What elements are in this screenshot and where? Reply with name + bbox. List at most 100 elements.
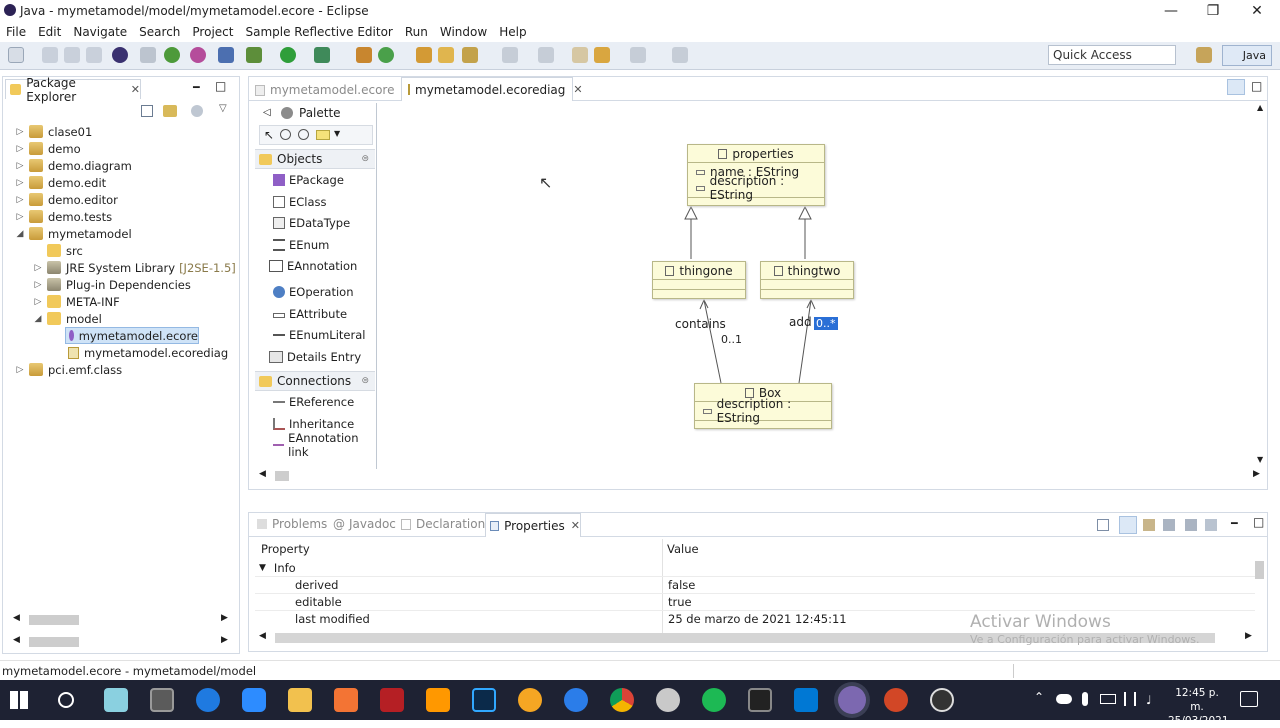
- tree-item-jre[interactable]: ▷ JRE System Library [J2SE-1.5]: [33, 259, 236, 276]
- palette-item-edatatype[interactable]: EDataType: [273, 214, 350, 232]
- minimize-editor-icon[interactable]: [1227, 79, 1245, 95]
- back-icon[interactable]: [572, 47, 588, 63]
- expand-icon[interactable]: ▷: [33, 280, 43, 290]
- reference-multiplicity-add-selected[interactable]: 0..*: [814, 317, 838, 330]
- scroll-left-icon[interactable]: ◀: [259, 631, 266, 641]
- show-categories-icon[interactable]: [1119, 516, 1137, 534]
- maps-app-icon[interactable]: [564, 688, 588, 712]
- wifi-icon[interactable]: [1124, 692, 1136, 706]
- open-folder-icon[interactable]: [438, 47, 454, 63]
- restore-button[interactable]: ❐: [1190, 0, 1236, 22]
- palette-item-eannotation-link[interactable]: EAnnotation link: [273, 431, 376, 459]
- horizontal-scrollbar-2[interactable]: ◀ ▶: [13, 635, 231, 649]
- note-tool-icon[interactable]: [316, 130, 330, 140]
- scroll-thumb[interactable]: [29, 615, 79, 625]
- forward-nav-icon[interactable]: [594, 47, 610, 63]
- sublime-app-icon[interactable]: [426, 688, 450, 712]
- scroll-thumb[interactable]: [1255, 561, 1264, 579]
- obs-app-icon[interactable]: [930, 688, 954, 712]
- show-advanced-icon[interactable]: [1143, 519, 1155, 531]
- print-icon[interactable]: [86, 47, 102, 63]
- open-type-icon[interactable]: [416, 47, 432, 63]
- zoom-app-icon[interactable]: [242, 688, 266, 712]
- palette-item-eannotation[interactable]: EAnnotation: [269, 257, 357, 275]
- scroll-right-icon[interactable]: ▶: [1253, 469, 1260, 479]
- zoom-out-icon[interactable]: [298, 129, 309, 140]
- eclipse-app-icon[interactable]: [838, 686, 866, 714]
- eclass-box[interactable]: Box description : EString: [694, 383, 832, 429]
- pin-drawer-icon[interactable]: ⊜: [361, 376, 369, 386]
- attribute-row[interactable]: description : EString: [688, 174, 824, 202]
- eclass-properties[interactable]: properties name : EString description : …: [687, 144, 825, 206]
- menu-run[interactable]: Run: [405, 25, 428, 39]
- scroll-left-icon[interactable]: ◀: [13, 635, 20, 645]
- tab-ecore[interactable]: mymetamodel.ecore: [255, 81, 394, 99]
- objects-drawer-header[interactable]: Objects ⊜: [255, 149, 375, 169]
- select-tool-icon[interactable]: ↖: [264, 128, 274, 142]
- teamviewer-app-icon[interactable]: [196, 688, 220, 712]
- eclass-thingone[interactable]: thingone: [652, 261, 746, 299]
- xampp-app-icon[interactable]: [334, 688, 358, 712]
- tree-item-ecorediag[interactable]: mymetamodel.ecorediag: [68, 344, 228, 361]
- property-row-derived[interactable]: derived false: [255, 576, 1255, 593]
- menu-file[interactable]: File: [6, 25, 26, 39]
- debug-icon[interactable]: [246, 47, 262, 63]
- prev-annotation-icon[interactable]: [538, 47, 554, 63]
- property-value[interactable]: true: [668, 595, 692, 609]
- filezilla-app-icon[interactable]: [380, 688, 404, 712]
- reference-label-contains[interactable]: contains: [675, 317, 726, 331]
- horizontal-scrollbar[interactable]: ◀ ▶: [13, 613, 231, 627]
- palette-hide-icon[interactable]: ◁: [263, 107, 271, 118]
- scroll-right-icon[interactable]: ▶: [221, 635, 228, 645]
- maximize-view-icon[interactable]: □: [1253, 515, 1264, 529]
- notifications-icon[interactable]: [1240, 691, 1258, 707]
- tab-problems[interactable]: Problems: [257, 517, 327, 531]
- palette-item-eenumliteral[interactable]: EEnumLiteral: [273, 326, 365, 344]
- property-value[interactable]: 25 de marzo de 2021 12:45:11: [668, 612, 847, 626]
- run-icon[interactable]: [280, 47, 296, 63]
- tree-item-src[interactable]: src: [47, 242, 83, 259]
- file-explorer-app-icon[interactable]: [288, 688, 312, 712]
- pin-drawer-icon[interactable]: ⊜: [361, 154, 369, 164]
- search-toolbar-icon[interactable]: [462, 47, 478, 63]
- tree-item-meta-inf[interactable]: ▷ META-INF: [33, 293, 120, 310]
- pin-view-icon[interactable]: [1097, 519, 1109, 531]
- new-package-icon[interactable]: [378, 47, 394, 63]
- scroll-thumb[interactable]: [29, 637, 79, 647]
- notepad-app-icon[interactable]: [104, 688, 128, 712]
- tree-item-demo-editor[interactable]: ▷ demo.editor: [15, 191, 118, 208]
- expand-icon[interactable]: ▷: [15, 212, 25, 222]
- tab-javadoc[interactable]: @ Javadoc: [333, 517, 396, 531]
- cut-icon[interactable]: [140, 47, 156, 63]
- palette-item-details-entry[interactable]: Details Entry: [269, 348, 361, 366]
- view-menu-icon[interactable]: ▽: [219, 103, 227, 114]
- menu-search[interactable]: Search: [139, 25, 180, 39]
- expand-icon[interactable]: ▷: [15, 178, 25, 188]
- property-value[interactable]: false: [668, 578, 695, 592]
- tree-item-clase01[interactable]: ▷ clase01: [15, 123, 93, 140]
- tree-item-demo-edit[interactable]: ▷ demo.edit: [15, 174, 107, 191]
- windows-start-icon[interactable]: [10, 691, 28, 709]
- minimize-view-icon[interactable]: ━: [193, 81, 200, 94]
- view-menu-icon[interactable]: [1205, 519, 1217, 531]
- collapse-icon[interactable]: ◢: [15, 229, 25, 239]
- minimize-view-icon[interactable]: ━: [1231, 517, 1238, 530]
- editor-horizontal-scrollbar[interactable]: ◀ ▶: [257, 469, 1260, 483]
- zoom-in-icon[interactable]: [280, 129, 291, 140]
- menu-window[interactable]: Window: [440, 25, 487, 39]
- menu-edit[interactable]: Edit: [38, 25, 61, 39]
- scroll-left-icon[interactable]: ◀: [259, 469, 266, 479]
- photoshop-app-icon[interactable]: [472, 688, 496, 712]
- tree-item-demo-tests[interactable]: ▷ demo.tests: [15, 208, 113, 225]
- palette-item-eenum[interactable]: EEnum: [273, 236, 329, 254]
- scroll-right-icon[interactable]: ▶: [221, 613, 228, 623]
- eclass-name[interactable]: thingone: [679, 264, 732, 278]
- palette-item-eoperation[interactable]: EOperation: [273, 283, 354, 301]
- minimize-button[interactable]: —: [1148, 0, 1194, 22]
- eclass-name[interactable]: thingtwo: [788, 264, 841, 278]
- app-bird-icon[interactable]: [656, 688, 680, 712]
- menu-navigate[interactable]: Navigate: [73, 25, 127, 39]
- tab-ecorediag[interactable]: mymetamodel.ecorediag ✕: [401, 77, 583, 101]
- search-icon[interactable]: [58, 692, 74, 708]
- focus-icon[interactable]: [191, 105, 203, 117]
